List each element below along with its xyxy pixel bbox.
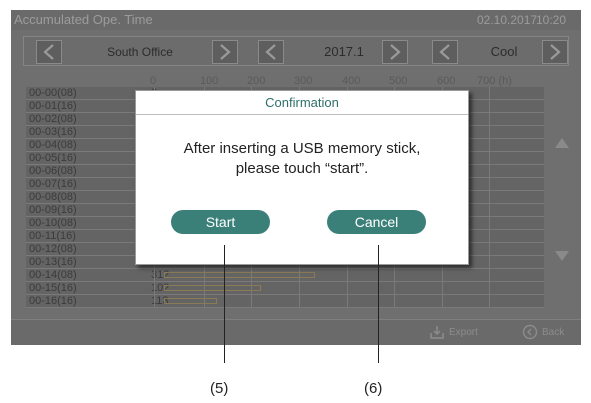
location-next-button[interactable] [212,40,238,64]
export-icon [430,326,444,339]
grid-line [489,87,490,308]
back-button[interactable]: Back [522,324,564,340]
dialog-message: After inserting a USB memory stick, plea… [146,139,458,179]
operation-time-bar [164,298,217,304]
period-next-button[interactable] [382,40,408,64]
scroll-up-button[interactable] [552,134,572,152]
chevron-right-icon [550,44,561,60]
dialog-message-line: After inserting a USB memory stick, [183,140,421,157]
operation-time-bar [164,285,261,291]
row-label: 00-05(16) [29,152,77,164]
dialog-message-line: please touch “start”. [235,160,369,177]
cancel-button[interactable]: Cancel [327,210,426,234]
list-item: 00-15(16) 102 [26,282,544,295]
axis-tick: 400 [342,75,361,87]
axis-tick: 500 [389,75,408,87]
callout-line [224,245,225,363]
row-label: 00-00(08) [29,87,77,99]
export-label: Export [449,326,478,338]
date-readout: 02.10.2017 [477,13,538,27]
row-label: 00-01(16) [29,100,77,112]
axis-tick: 600 [437,75,456,87]
location-value: South Office [107,45,173,59]
row-label: 00-11(16) [29,230,76,242]
row-label: 00-07(16) [29,178,77,190]
mode-next-button[interactable] [542,40,568,64]
row-label: 00-13(16) [29,256,77,268]
list-item: 00-16(16) 113 [26,295,544,308]
row-label: 00-02(08) [29,113,77,125]
triangle-up-icon [555,138,569,148]
chevron-left-icon [265,44,276,60]
callout-line [378,245,379,363]
triangle-down-icon [555,251,569,261]
operation-time-bar [164,272,315,278]
mode-prev-button[interactable] [432,40,458,64]
export-button[interactable]: Export [429,324,478,340]
row-label: 00-04(08) [29,139,77,151]
list-item: 00-14(08) 312 [26,269,544,282]
dialog-title: Confirmation [136,91,468,115]
row-label: 00-15(16) [29,282,77,294]
axis-tick: 200 [247,75,266,87]
axis-tick: 700 (h) [477,75,512,87]
start-button[interactable]: Start [171,210,270,234]
selector-bar: South Office 2017.1 Cool [23,36,569,66]
row-label: 00-03(16) [29,126,77,138]
chevron-left-icon [43,44,54,60]
time-readout: 10:20 [536,13,567,27]
callout-label-start: (5) [210,380,229,397]
row-label: 00-08(08) [29,191,77,203]
row-label: 00-09(16) [29,204,77,216]
back-label: Back [542,326,565,338]
axis-tick: 300 [294,75,313,87]
confirmation-dialog: Confirmation After inserting a USB memor… [135,90,469,265]
footer-bar: Export Back [11,319,581,345]
axis-tick: 0 [150,75,157,87]
location-prev-button[interactable] [36,40,62,64]
title-bar: Accumulated Ope. Time 02.10.2017 10:20 [11,10,581,30]
axis-tick: 100 [200,75,219,87]
row-label: 00-14(08) [29,269,77,281]
back-icon [522,324,538,340]
screen-title: Accumulated Ope. Time [14,12,153,27]
chevron-right-icon [390,44,401,60]
row-label: 00-16(16) [29,295,77,307]
period-value: 2017.1 [324,44,364,59]
row-label: 00-12(08) [29,243,77,255]
row-label: 00-06(08) [29,165,77,177]
mode-value: Cool [490,44,518,59]
row-label: 00-10(08) [29,217,77,229]
callout-label-cancel: (6) [364,380,383,397]
scroll-down-button[interactable] [552,247,572,265]
period-prev-button[interactable] [258,40,284,64]
chevron-right-icon [220,44,231,60]
chevron-left-icon [439,44,450,60]
